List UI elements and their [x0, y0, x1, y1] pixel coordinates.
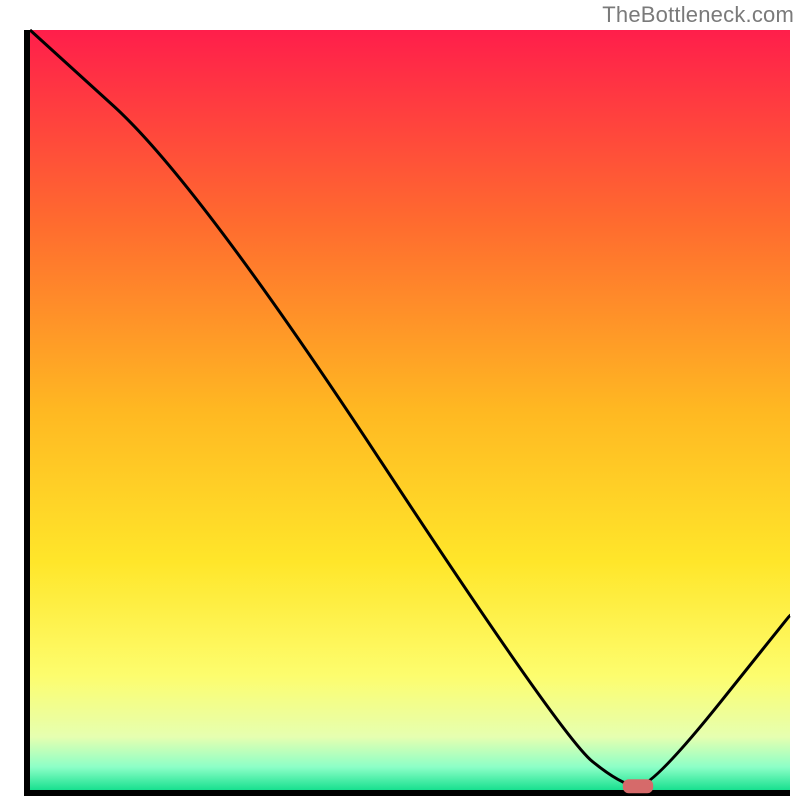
- optimal-marker: [623, 779, 653, 793]
- x-axis: [24, 790, 790, 796]
- plot-background: [30, 30, 790, 790]
- chart-svg: [0, 0, 800, 800]
- watermark-text: TheBottleneck.com: [602, 2, 794, 28]
- y-axis: [24, 30, 30, 796]
- chart-container: { "watermark": "TheBottleneck.com", "cha…: [0, 0, 800, 800]
